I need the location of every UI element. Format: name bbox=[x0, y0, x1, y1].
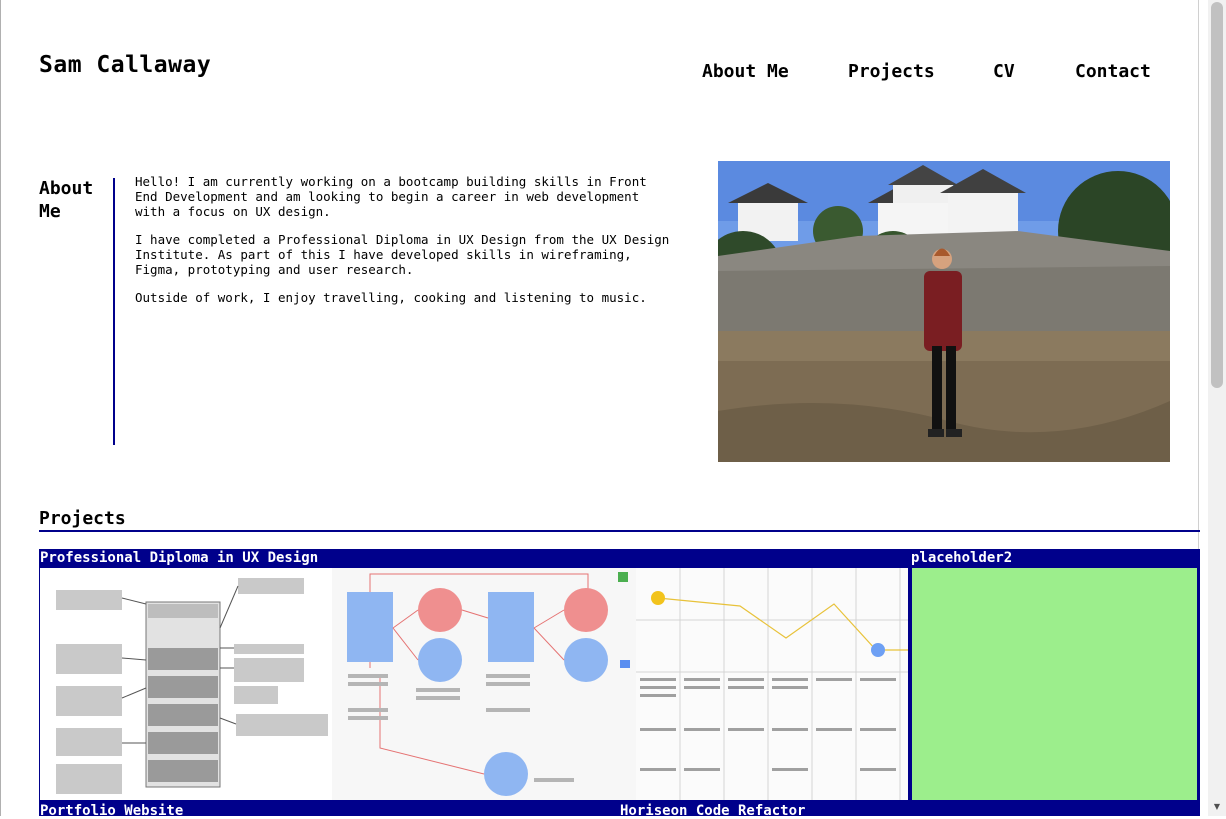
nav-projects[interactable]: Projects bbox=[848, 61, 935, 82]
nav-about-me[interactable]: About Me bbox=[702, 61, 789, 82]
about-heading: About Me bbox=[39, 178, 94, 222]
window-border-left bbox=[0, 0, 1, 816]
project-title-placeholder2[interactable]: placeholder2 bbox=[911, 550, 1012, 566]
about-paragraph: I have completed a Professional Diploma … bbox=[135, 232, 670, 277]
about-divider bbox=[113, 178, 115, 445]
about-paragraph: Hello! I am currently working on a bootc… bbox=[135, 174, 647, 219]
scroll-down-arrow-icon[interactable]: ▼ bbox=[1211, 800, 1223, 814]
nav-contact[interactable]: Contact bbox=[1075, 61, 1151, 82]
about-text: Hello! I am currently working on a bootc… bbox=[135, 174, 675, 318]
projects-divider bbox=[39, 530, 1200, 532]
profile-photo bbox=[718, 161, 1170, 462]
project-title-horiseon-code-refactor[interactable]: Horiseon Code Refactor bbox=[620, 803, 805, 819]
site-name[interactable]: Sam Callaway bbox=[39, 52, 211, 78]
nav-cv[interactable]: CV bbox=[993, 61, 1015, 82]
project-title-portfolio-website[interactable]: Portfolio Website bbox=[40, 803, 183, 819]
projects-heading: Projects bbox=[39, 508, 126, 529]
projects-grid: Professional Diploma in UX Design placeh… bbox=[39, 549, 1200, 819]
project-title-ux-diploma[interactable]: Professional Diploma in UX Design bbox=[40, 550, 318, 566]
placeholder2-image[interactable] bbox=[912, 568, 1197, 800]
scrollbar-thumb[interactable] bbox=[1211, 2, 1223, 388]
about-paragraph: Outside of work, I enjoy travelling, coo… bbox=[135, 290, 647, 305]
ux-diploma-project-image[interactable] bbox=[40, 568, 908, 800]
